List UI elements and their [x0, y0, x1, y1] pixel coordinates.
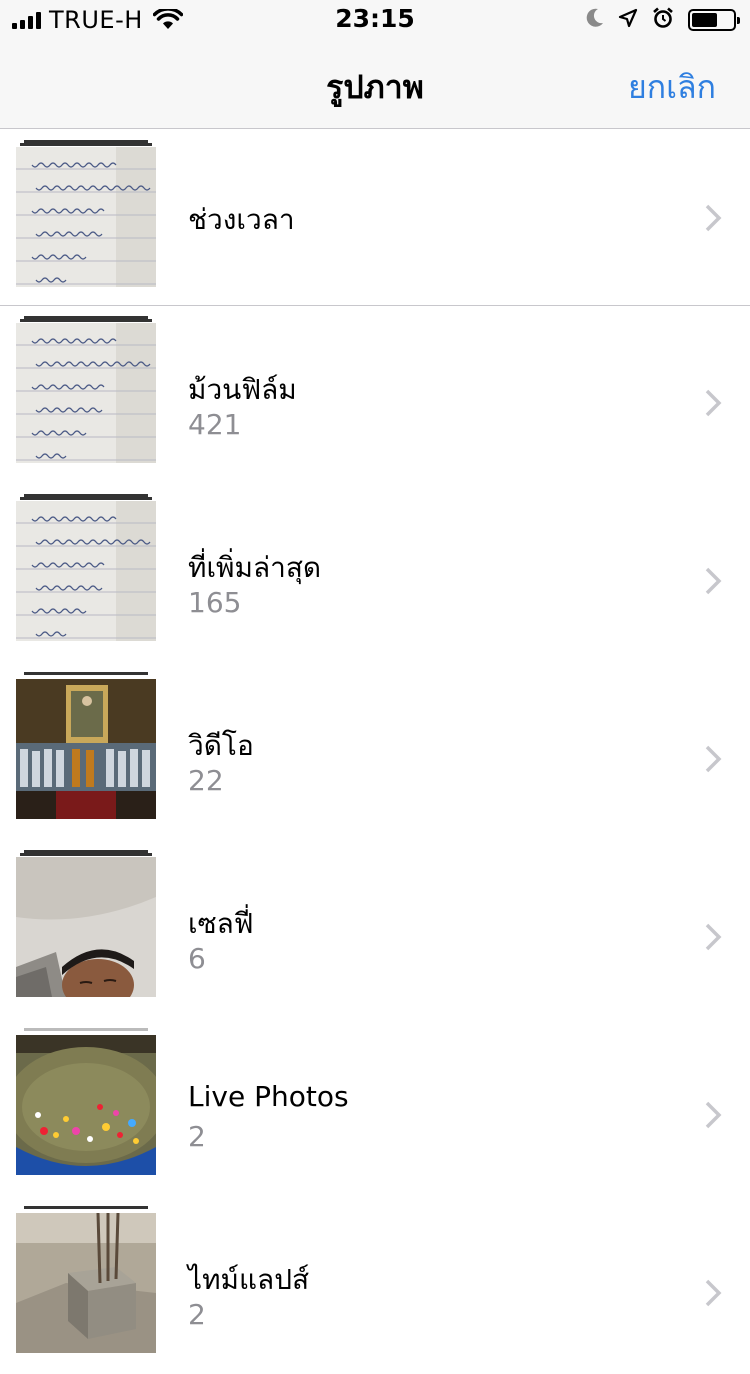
- cancel-button[interactable]: ยกเลิก: [628, 62, 716, 113]
- do-not-disturb-moon-icon: [586, 8, 604, 32]
- album-thumbnail-water-basin: [16, 1035, 156, 1175]
- navigation-bar: รูปภาพ ยกเลิก: [0, 40, 750, 129]
- chevron-right-icon: [705, 389, 722, 417]
- album-name: ไทม์แลปส์: [188, 1263, 310, 1296]
- battery-level-fill: [692, 13, 717, 27]
- album-row-recently-added[interactable]: ที่เพิ่มล่าสุด 165: [0, 484, 750, 662]
- location-arrow-icon: [618, 8, 638, 32]
- status-right: [586, 6, 740, 34]
- album-thumbnail-notebook: [16, 147, 156, 287]
- album-count: 165: [188, 586, 242, 619]
- album-thumbnail-notebook: [16, 501, 156, 641]
- battery-icon: [688, 9, 740, 31]
- album-count: 22: [188, 764, 224, 797]
- chevron-right-icon: [705, 1279, 722, 1307]
- chevron-right-icon: [705, 1101, 722, 1129]
- album-row-time-lapse[interactable]: ไทม์แลปส์ 2: [0, 1196, 750, 1374]
- album-row-videos[interactable]: วิดีโอ 22: [0, 662, 750, 840]
- chevron-right-icon: [705, 745, 722, 773]
- album-count: 2: [188, 1120, 206, 1153]
- chevron-right-icon: [705, 204, 722, 232]
- album-thumbnail-ceremony: [16, 679, 156, 819]
- album-thumbnail-car-selfie: [16, 857, 156, 997]
- album-row-selfies[interactable]: เซลฟี่ 6: [0, 840, 750, 1018]
- album-name: ม้วนฟิล์ม: [188, 373, 297, 406]
- album-list: ช่วงเวลา ม้วนฟิล์ม 421 ที่เพิ่มล่าสุด 16…: [0, 130, 750, 1374]
- album-thumbnail-notebook: [16, 323, 156, 463]
- album-name: ที่เพิ่มล่าสุด: [188, 551, 322, 584]
- album-row-moments[interactable]: ช่วงเวลา: [0, 130, 750, 306]
- album-count: 6: [188, 942, 206, 975]
- status-bar: TRUE-H 23:15: [0, 0, 750, 40]
- album-count: 2: [188, 1298, 206, 1331]
- album-count: 421: [188, 408, 242, 441]
- album-name: ช่วงเวลา: [188, 203, 295, 236]
- chevron-right-icon: [705, 567, 722, 595]
- album-row-camera-roll[interactable]: ม้วนฟิล์ม 421: [0, 306, 750, 484]
- album-name: วิดีโอ: [188, 729, 254, 762]
- chevron-right-icon: [705, 923, 722, 951]
- album-row-live-photos[interactable]: Live Photos 2: [0, 1018, 750, 1196]
- album-name: Live Photos: [188, 1080, 349, 1113]
- album-name: เซลฟี่: [188, 907, 254, 940]
- alarm-clock-icon: [652, 7, 674, 33]
- album-thumbnail-construction: [16, 1213, 156, 1353]
